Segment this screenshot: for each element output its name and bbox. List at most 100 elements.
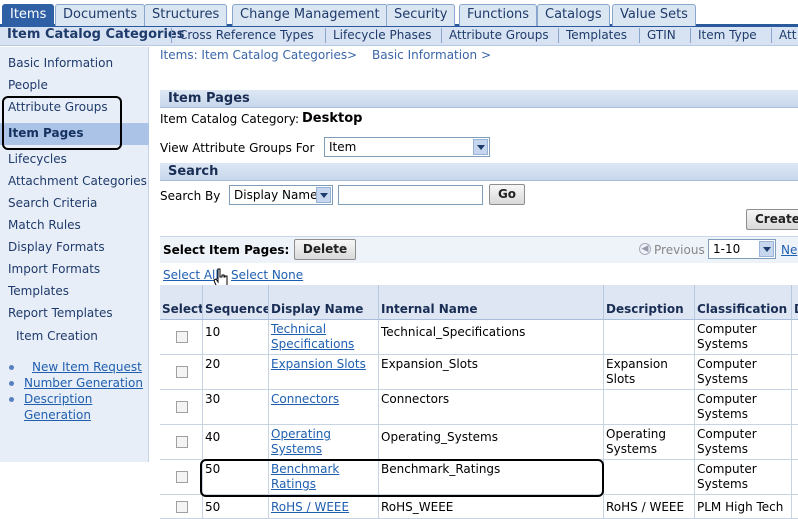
sidebar-item-basic-information[interactable]: Basic Information	[8, 56, 113, 70]
description-line2: Systems	[606, 442, 657, 456]
breadcrumb-basic-information[interactable]: Basic Information	[372, 48, 477, 62]
sidebar-item-people[interactable]: People	[8, 78, 48, 92]
description-line1: Expansion Slots	[606, 357, 668, 386]
tab-structures[interactable]: Structures	[144, 4, 228, 26]
classification-line2: Systems	[697, 477, 748, 491]
display-name-link[interactable]: Technical Specifications	[269, 320, 379, 354]
subnav-cross-reference-types[interactable]: Cross Reference Types	[179, 28, 314, 42]
subnav-templates[interactable]: Templates	[566, 28, 627, 42]
description-generation-link-line2[interactable]: Generation	[24, 408, 91, 422]
bullet-icon	[9, 397, 14, 402]
select-value: Item	[329, 140, 357, 154]
column-header-description[interactable]: Description	[604, 285, 695, 320]
internal-name-cell: RoHS_WEEE	[379, 495, 604, 518]
sidebar-item-search-criteria[interactable]: Search Criteria	[8, 196, 97, 210]
table-row: 40 Operating Systems Operating_Systems Op…	[160, 425, 798, 460]
tab-value-sets[interactable]: Value Sets	[612, 4, 696, 26]
select-item-pages-bar: Select Item Pages: Delete ◀ Previous 1-1…	[160, 236, 798, 263]
display-name-line2[interactable]: Specifications	[271, 337, 354, 351]
classification-cell: Computer Systems	[695, 355, 792, 389]
column-header-internal-name[interactable]: Internal Name	[379, 285, 604, 320]
classification-cell: Computer Systems	[695, 320, 792, 354]
display-name-link[interactable]: Expansion Slots	[269, 355, 379, 389]
display-name-link[interactable]: RoHS / WEEE	[269, 495, 379, 518]
sidebar-item-creation-header: Item Creation	[16, 329, 98, 343]
tab-functions[interactable]: Functions	[459, 4, 538, 26]
breadcrumb-items-catalog[interactable]: Items: Item Catalog Categories	[160, 48, 347, 62]
create-button[interactable]: Create	[746, 209, 798, 230]
row-checkbox[interactable]	[176, 366, 188, 378]
sequence-cell: 30	[203, 390, 269, 424]
tab-change-management[interactable]: Change Management	[232, 4, 388, 26]
tab-items[interactable]: Items	[2, 4, 55, 27]
search-by-select[interactable]: Display Name	[229, 185, 333, 205]
subnav-divider	[558, 28, 559, 43]
subnav-gtin[interactable]: GTIN	[647, 28, 676, 42]
select-cell	[160, 495, 203, 518]
classification-line1: Computer	[697, 357, 757, 371]
sub-navigation: Item Catalog Categories Cross Reference …	[0, 27, 798, 46]
column-header-sequence[interactable]: Sequence	[203, 285, 269, 320]
column-header-display-name[interactable]: Display Name	[269, 285, 379, 320]
description-cell: RoHS / WEEE	[604, 495, 695, 518]
row-checkbox[interactable]	[176, 471, 188, 483]
subnav-item-type[interactable]: Item Type	[698, 28, 757, 42]
row-checkbox[interactable]	[176, 401, 188, 413]
subnav-lifecycle-phases[interactable]: Lifecycle Phases	[333, 28, 432, 42]
view-attribute-groups-select[interactable]: Item	[324, 137, 490, 157]
column-header-truncated: D	[792, 285, 798, 320]
tab-documents[interactable]: Documents	[55, 4, 146, 26]
chevron-down-icon[interactable]	[759, 241, 774, 257]
sidebar-item-report-templates[interactable]: Report Templates	[8, 306, 113, 320]
row-checkbox[interactable]	[176, 501, 188, 513]
subnav-item-catalog-categories[interactable]: Item Catalog Categories	[7, 27, 184, 42]
select-none-link[interactable]: Select None	[231, 268, 303, 282]
display-name-link[interactable]: Operating Systems	[269, 425, 379, 459]
sidebar-item-lifecycles[interactable]: Lifecycles	[8, 152, 67, 166]
sidebar-item-import-formats[interactable]: Import Formats	[8, 262, 100, 276]
sidebar-item-templates[interactable]: Templates	[8, 284, 69, 298]
sidebar-item-match-rules[interactable]: Match Rules	[8, 218, 81, 232]
internal-name-cell: Expansion_Slots	[379, 355, 604, 389]
display-name-line1[interactable]: Operating	[271, 427, 331, 441]
display-name-line1[interactable]: Expansion Slots	[271, 357, 366, 371]
subnav-divider	[441, 28, 442, 43]
row-checkbox[interactable]	[176, 436, 188, 448]
chevron-down-icon[interactable]	[316, 187, 331, 203]
display-name-line1[interactable]: RoHS / WEEE	[271, 500, 349, 514]
next-link[interactable]: Ne	[781, 243, 797, 257]
subnav-attachment[interactable]: Att	[779, 28, 796, 42]
chevron-down-icon[interactable]	[473, 139, 488, 155]
display-name-line1[interactable]: Connectors	[271, 392, 339, 406]
section-title: Item Pages	[168, 91, 250, 106]
search-input[interactable]	[338, 185, 483, 205]
sidebar-item-display-formats[interactable]: Display Formats	[8, 240, 105, 254]
sequence-cell: 50	[203, 495, 269, 518]
page-range-select[interactable]: 1-10	[708, 239, 776, 259]
tab-catalogs[interactable]: Catalogs	[537, 4, 610, 26]
catalog-category-value: Desktop	[302, 111, 363, 126]
number-generation-link[interactable]: Number Generation	[24, 376, 143, 390]
select-all-link[interactable]: Select All	[163, 268, 219, 282]
sidebar-item-attachment-categories[interactable]: Attachment Categories	[8, 174, 147, 188]
catalog-category-label: Item Catalog Category:	[160, 112, 300, 126]
column-header-classification[interactable]: Classification	[695, 285, 792, 320]
description-generation-link[interactable]: Description	[24, 392, 92, 406]
search-section-header: Search	[160, 163, 798, 181]
bullet-icon	[9, 365, 14, 370]
delete-button[interactable]: Delete	[294, 239, 356, 260]
display-name-link[interactable]: Connectors	[269, 390, 379, 424]
row-checkbox[interactable]	[176, 331, 188, 343]
classification-cell: Computer Systems	[695, 460, 792, 494]
classification-line2: Systems	[697, 407, 748, 421]
subnav-attribute-groups[interactable]: Attribute Groups	[449, 28, 549, 42]
go-button[interactable]: Go	[489, 184, 525, 205]
display-name-line2[interactable]: Systems	[271, 442, 322, 456]
display-name-line1[interactable]: Technical	[271, 322, 326, 336]
internal-name-cell: Technical_Specifications	[379, 320, 604, 354]
internal-name-cell: Operating_Systems	[379, 425, 604, 459]
new-item-request-link[interactable]: New Item Request	[32, 360, 142, 374]
sequence-cell: 40	[203, 425, 269, 459]
classification-line1: Computer	[697, 392, 757, 406]
tab-security[interactable]: Security	[386, 4, 456, 26]
